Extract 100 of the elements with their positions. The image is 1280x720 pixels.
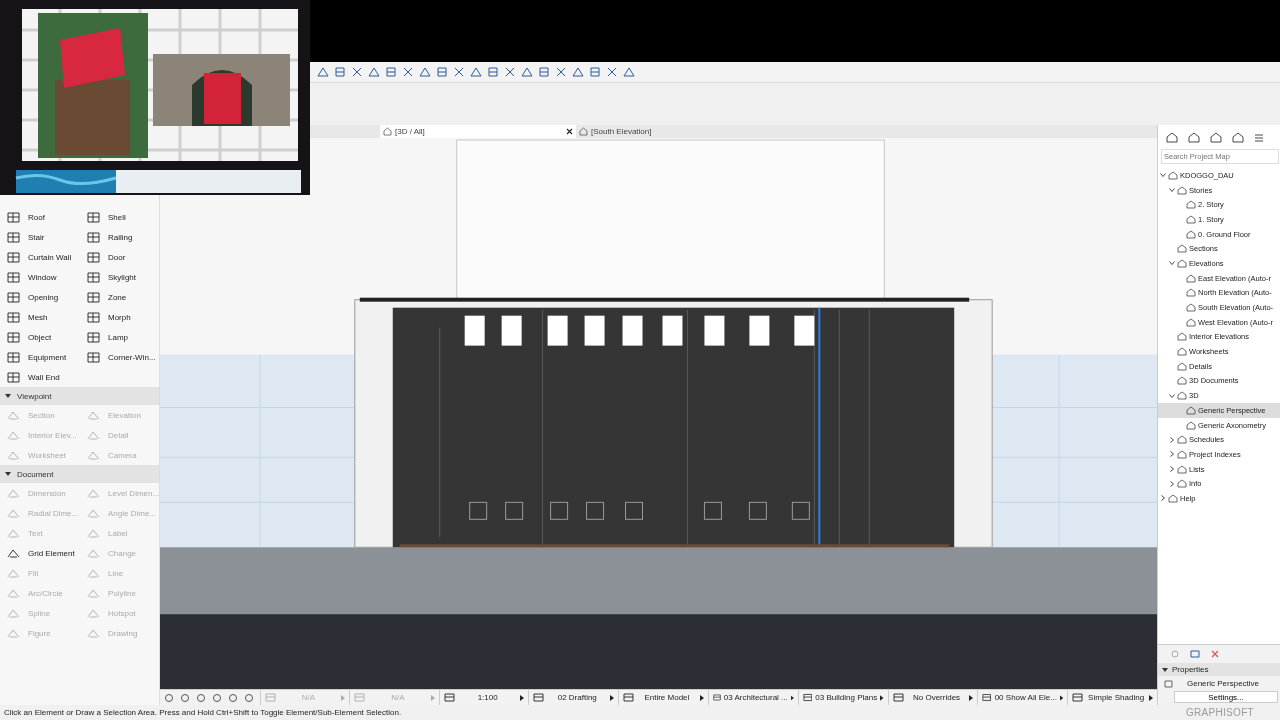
option-icon xyxy=(1072,693,1084,702)
tool-button[interactable]: Corner-Win... xyxy=(80,347,160,367)
view-control-icon[interactable] xyxy=(196,692,206,703)
tool-icon[interactable] xyxy=(588,65,601,79)
tool-icon xyxy=(87,351,100,363)
tool-icon xyxy=(7,351,20,363)
panel-header[interactable]: Properties xyxy=(1158,663,1280,676)
tool-icon[interactable] xyxy=(418,65,431,79)
tool-icon xyxy=(87,331,100,343)
view-control-icon[interactable] xyxy=(228,692,238,703)
view-tab[interactable]: [3D / All] xyxy=(380,125,576,138)
tool-button[interactable]: Mesh xyxy=(0,307,80,327)
tool-icon xyxy=(7,527,20,539)
tool-button[interactable]: Wall End xyxy=(0,367,80,387)
tool-button[interactable]: Railing xyxy=(80,227,160,247)
tool-icon xyxy=(87,507,100,519)
caret-icon xyxy=(610,694,615,701)
tool-icon xyxy=(87,607,100,619)
tool-button[interactable]: Stair xyxy=(0,227,80,247)
caret-icon xyxy=(1162,666,1168,673)
tool-button[interactable]: Lamp xyxy=(80,327,160,347)
tool-icon xyxy=(7,607,20,619)
tool-icon[interactable] xyxy=(486,65,499,79)
tool-icon xyxy=(87,627,100,639)
caret-icon xyxy=(341,694,346,701)
tool-icon[interactable] xyxy=(469,65,482,79)
tool-icon xyxy=(7,487,20,499)
tool-icon[interactable] xyxy=(571,65,584,79)
tool-icon xyxy=(7,331,20,343)
tool-button[interactable]: Roof xyxy=(0,207,80,227)
chevron-icon xyxy=(1169,260,1175,267)
view-control-icon[interactable] xyxy=(164,692,174,703)
tool-icon[interactable] xyxy=(435,65,448,79)
tool-button[interactable]: Window xyxy=(0,267,80,287)
chevron-icon xyxy=(1169,436,1175,443)
tool-icon xyxy=(87,291,100,303)
view-icon xyxy=(1164,679,1173,688)
option-icon xyxy=(443,693,455,702)
view-control-icon[interactable] xyxy=(180,692,190,703)
caret-icon xyxy=(5,393,11,399)
tool-icon xyxy=(87,487,100,499)
tool-icon xyxy=(7,251,20,263)
caret-icon xyxy=(520,694,525,701)
tool-icon xyxy=(7,449,20,461)
caret-icon xyxy=(1148,694,1153,701)
tool-icon[interactable] xyxy=(537,65,550,79)
tool-button[interactable]: Object xyxy=(0,327,80,347)
tool-button[interactable]: Skylight xyxy=(80,267,160,287)
tool-icon xyxy=(87,409,100,421)
option-icon xyxy=(982,693,992,702)
tool-icon xyxy=(87,587,100,599)
tool-icon[interactable] xyxy=(367,65,380,79)
tool-icon xyxy=(87,567,100,579)
tool-icon[interactable] xyxy=(520,65,533,79)
option-icon xyxy=(892,693,904,702)
tool-button[interactable]: Curtain Wall xyxy=(0,247,80,267)
option-icon xyxy=(802,693,813,702)
tool-button[interactable]: Zone xyxy=(80,287,160,307)
tool-icon xyxy=(87,251,100,263)
tool-icon[interactable] xyxy=(333,65,346,79)
tool-icon xyxy=(7,507,20,519)
tool-icon[interactable] xyxy=(384,65,397,79)
tool-icon xyxy=(7,211,20,223)
view-icon xyxy=(383,127,392,136)
tool-icon[interactable] xyxy=(401,65,414,79)
tool-icon[interactable] xyxy=(316,65,329,79)
tool-icon xyxy=(7,409,20,421)
chevron-icon xyxy=(1169,187,1175,194)
tool-icon xyxy=(7,311,20,323)
chevron-icon xyxy=(1160,172,1166,179)
view-control-icon[interactable] xyxy=(212,692,222,703)
tool-icon[interactable] xyxy=(622,65,635,79)
tool-icon xyxy=(7,547,20,559)
option-icon xyxy=(354,693,366,702)
section-header[interactable]: Viewpoint xyxy=(0,387,159,405)
tool-button[interactable]: Morph xyxy=(80,307,160,327)
option-icon xyxy=(623,693,635,702)
tool-icon xyxy=(87,429,100,441)
tool-icon[interactable] xyxy=(554,65,567,79)
close-icon[interactable] xyxy=(566,128,573,135)
tool-icon xyxy=(87,231,100,243)
section-header[interactable]: Document xyxy=(0,465,159,483)
tool-icon xyxy=(7,429,20,441)
tool-button[interactable]: Equipment xyxy=(0,347,80,367)
tool-icon[interactable] xyxy=(452,65,465,79)
tool-button[interactable]: Opening xyxy=(0,287,80,307)
settings-button[interactable]: Settings... xyxy=(1174,691,1278,703)
tool-icon[interactable] xyxy=(503,65,516,79)
tool-icon xyxy=(7,371,20,383)
tool-button[interactable]: Shell xyxy=(80,207,160,227)
tool-button[interactable]: Grid Element xyxy=(0,543,80,563)
caret-icon xyxy=(1059,694,1064,701)
view-control-icon[interactable] xyxy=(244,692,254,703)
chevron-icon xyxy=(1160,495,1166,502)
tool-icon xyxy=(87,211,100,223)
tool-icon[interactable] xyxy=(605,65,618,79)
tool-icon xyxy=(7,627,20,639)
tool-icon[interactable] xyxy=(350,65,363,79)
tool-button[interactable]: Door xyxy=(80,247,160,267)
tool-icon xyxy=(87,547,100,559)
